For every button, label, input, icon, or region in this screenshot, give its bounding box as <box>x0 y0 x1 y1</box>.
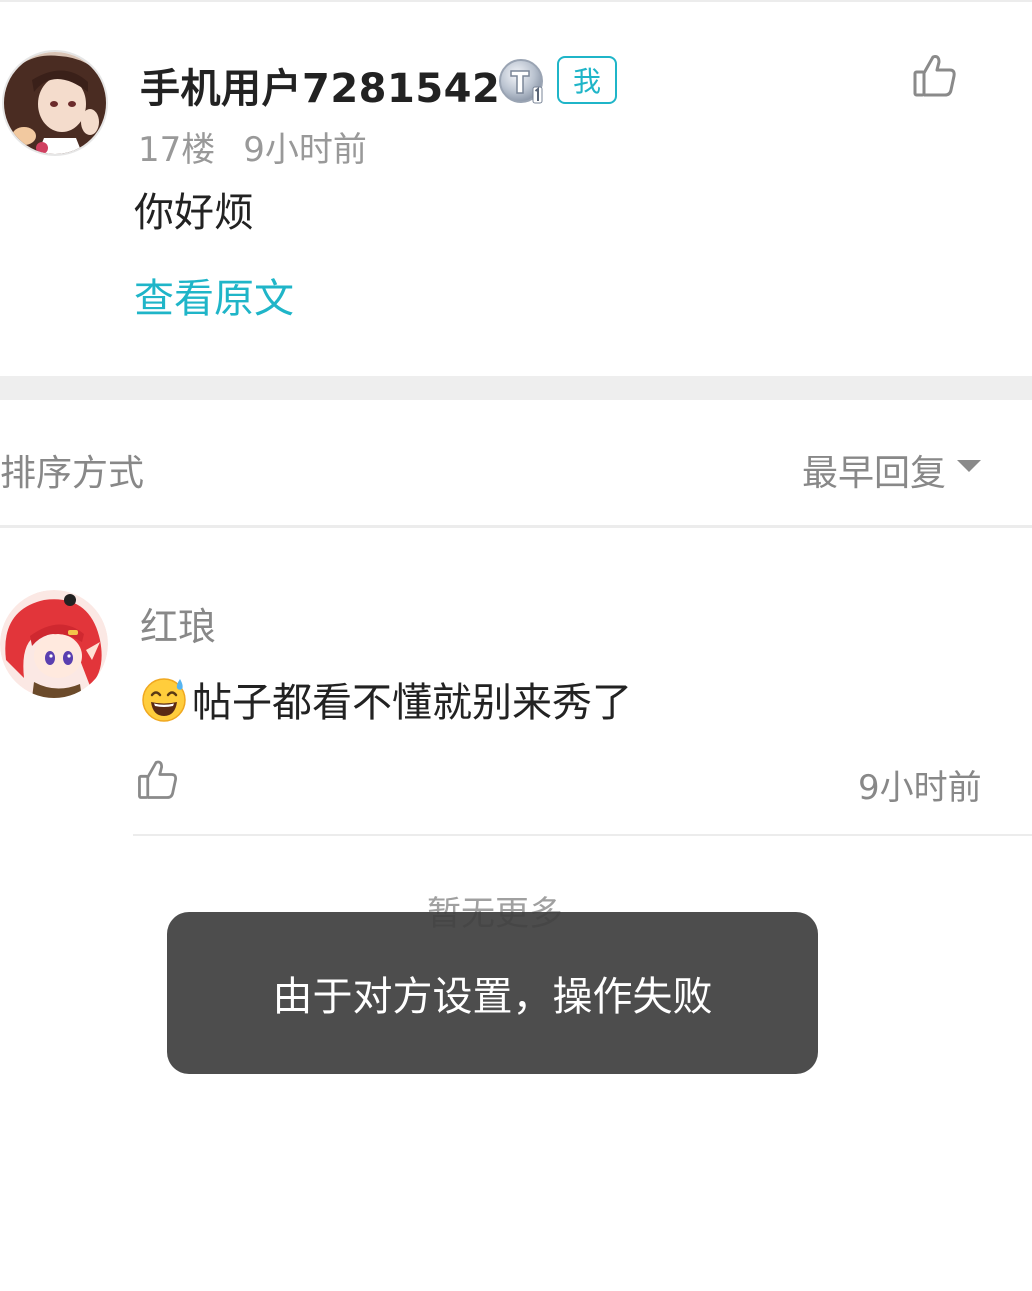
me-badge: 我 <box>557 56 617 104</box>
thumbs-up-icon[interactable] <box>908 50 960 102</box>
reply-content: 帖子都看不懂就别来秀了 <box>140 670 632 728</box>
toast: 由于对方设置，操作失败 <box>167 912 818 1074</box>
reply-time: 9小时前 <box>858 768 982 808</box>
post-time: 9小时前 <box>243 130 367 170</box>
toast-message: 由于对方设置，操作失败 <box>272 974 713 1020</box>
reply-like-icon[interactable] <box>133 756 181 804</box>
post-content: 你好烦 <box>134 190 254 236</box>
reply-divider <box>133 834 1032 836</box>
post-meta: 17楼 9小时前 <box>138 122 367 171</box>
post-author-name[interactable]: 手机用户7281542 <box>140 56 500 114</box>
post-floor: 17楼 <box>138 130 216 170</box>
caret-down-icon[interactable] <box>957 460 981 472</box>
reply-text: 帖子都看不懂就别来秀了 <box>192 680 632 726</box>
reply-author-name[interactable]: 红琅 <box>140 596 216 651</box>
sort-label: 排序方式 <box>0 453 145 494</box>
sort-dropdown[interactable]: 最早回复 <box>802 444 946 496</box>
level-t1-icon[interactable] <box>497 57 545 105</box>
post-author-avatar[interactable] <box>2 50 108 156</box>
section-divider <box>0 376 1032 400</box>
top-divider <box>0 0 1032 2</box>
view-original-link[interactable]: 查看原文 <box>134 266 294 324</box>
reply-author-avatar[interactable] <box>0 590 108 698</box>
sort-divider <box>0 525 1032 528</box>
sweat-smile-emoji-icon <box>142 678 186 722</box>
